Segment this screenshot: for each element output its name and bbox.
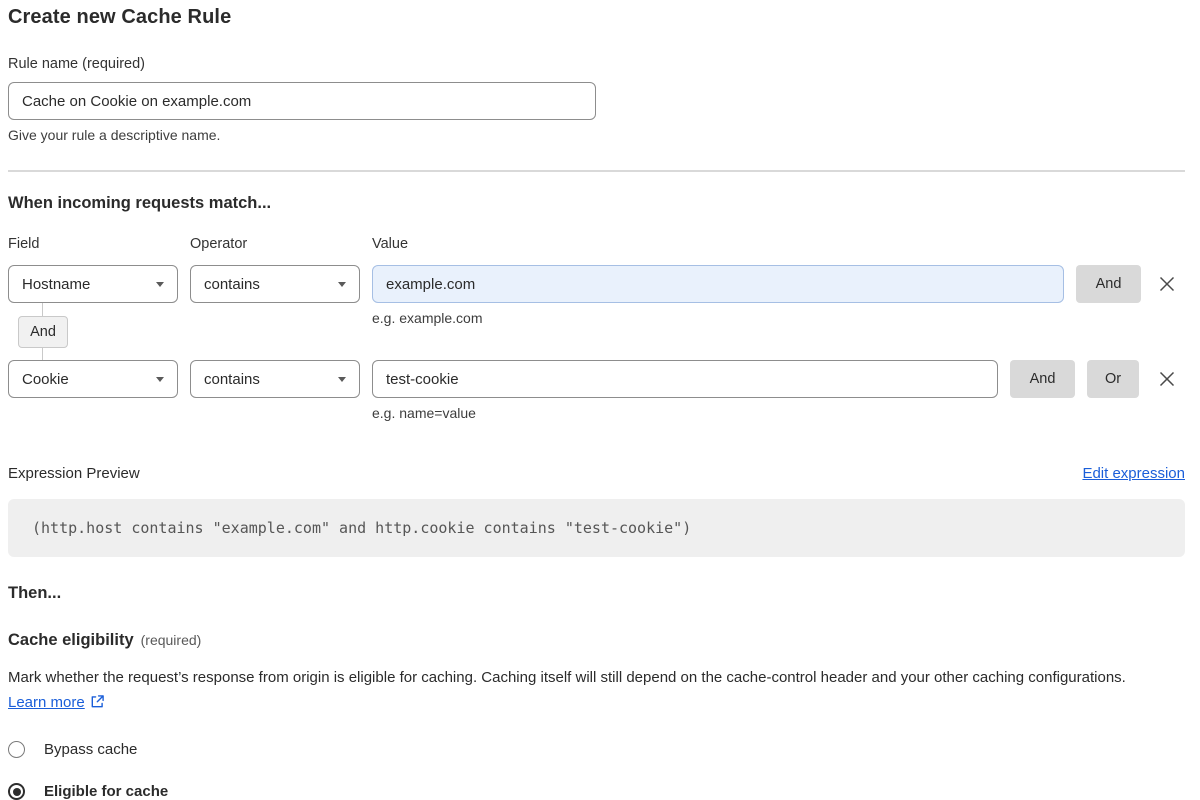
and-button[interactable]: And (1010, 360, 1075, 398)
field-column-label: Field (8, 236, 190, 252)
match-heading: When incoming requests match... (8, 194, 1185, 213)
cache-eligibility-description: Mark whether the request’s response from… (8, 665, 1168, 717)
learn-more-link[interactable]: Learn more (8, 694, 85, 711)
page-title: Create new Cache Rule (8, 6, 1185, 29)
condition-row: Cookie contains And Or (8, 360, 1185, 398)
section-divider (8, 170, 1185, 172)
field-select[interactable]: Hostname (8, 265, 178, 303)
expression-preview-label: Expression Preview (8, 465, 140, 482)
operator-select[interactable]: contains (190, 265, 360, 303)
cache-eligibility-heading: Cache eligibility (8, 631, 134, 650)
chevron-down-icon (156, 282, 164, 287)
operator-column-label: Operator (190, 236, 372, 252)
radio-bypass-cache[interactable]: Bypass cache (8, 741, 1185, 758)
chevron-down-icon (338, 377, 346, 382)
rule-name-helper: Give your rule a descriptive name. (8, 127, 1185, 143)
radio-label: Eligible for cache (44, 783, 168, 800)
radio-circle-icon (8, 741, 25, 758)
field-select[interactable]: Cookie (8, 360, 178, 398)
radio-label: Bypass cache (44, 741, 137, 758)
close-icon (1157, 369, 1177, 389)
or-button[interactable]: Or (1087, 360, 1139, 398)
operator-select-value: contains (204, 371, 260, 388)
connector-and-chip[interactable]: And (18, 316, 68, 348)
required-note: (required) (141, 632, 202, 648)
condition-column-labels: Field Operator Value (8, 236, 1185, 252)
and-button[interactable]: And (1076, 265, 1141, 303)
external-link-icon (90, 692, 105, 717)
field-select-value: Hostname (22, 276, 90, 293)
create-cache-rule-form: Create new Cache Rule Rule name (require… (8, 6, 1185, 800)
description-text: Mark whether the request’s response from… (8, 669, 1126, 686)
condition-connector: And e.g. example.com (8, 303, 1185, 360)
rule-name-label: Rule name (required) (8, 56, 1185, 72)
operator-select-value: contains (204, 276, 260, 293)
value-hint: e.g. name=value (372, 405, 1185, 421)
chevron-down-icon (338, 282, 346, 287)
radio-circle-icon (8, 783, 25, 800)
field-select-value: Cookie (22, 371, 69, 388)
value-hint: e.g. example.com (372, 310, 483, 326)
rule-name-input[interactable] (8, 82, 596, 120)
radio-eligible-for-cache[interactable]: Eligible for cache (8, 783, 1185, 800)
edit-expression-link[interactable]: Edit expression (1082, 465, 1185, 482)
operator-select[interactable]: contains (190, 360, 360, 398)
condition-row: Hostname contains And (8, 265, 1185, 303)
value-input[interactable] (372, 265, 1064, 303)
chevron-down-icon (156, 377, 164, 382)
remove-condition-button[interactable] (1153, 365, 1181, 393)
close-icon (1157, 274, 1177, 294)
expression-preview-code: (http.host contains "example.com" and ht… (8, 499, 1185, 557)
remove-condition-button[interactable] (1153, 270, 1181, 298)
then-heading: Then... (8, 584, 1185, 603)
value-input[interactable] (372, 360, 998, 398)
value-column-label: Value (372, 236, 408, 252)
